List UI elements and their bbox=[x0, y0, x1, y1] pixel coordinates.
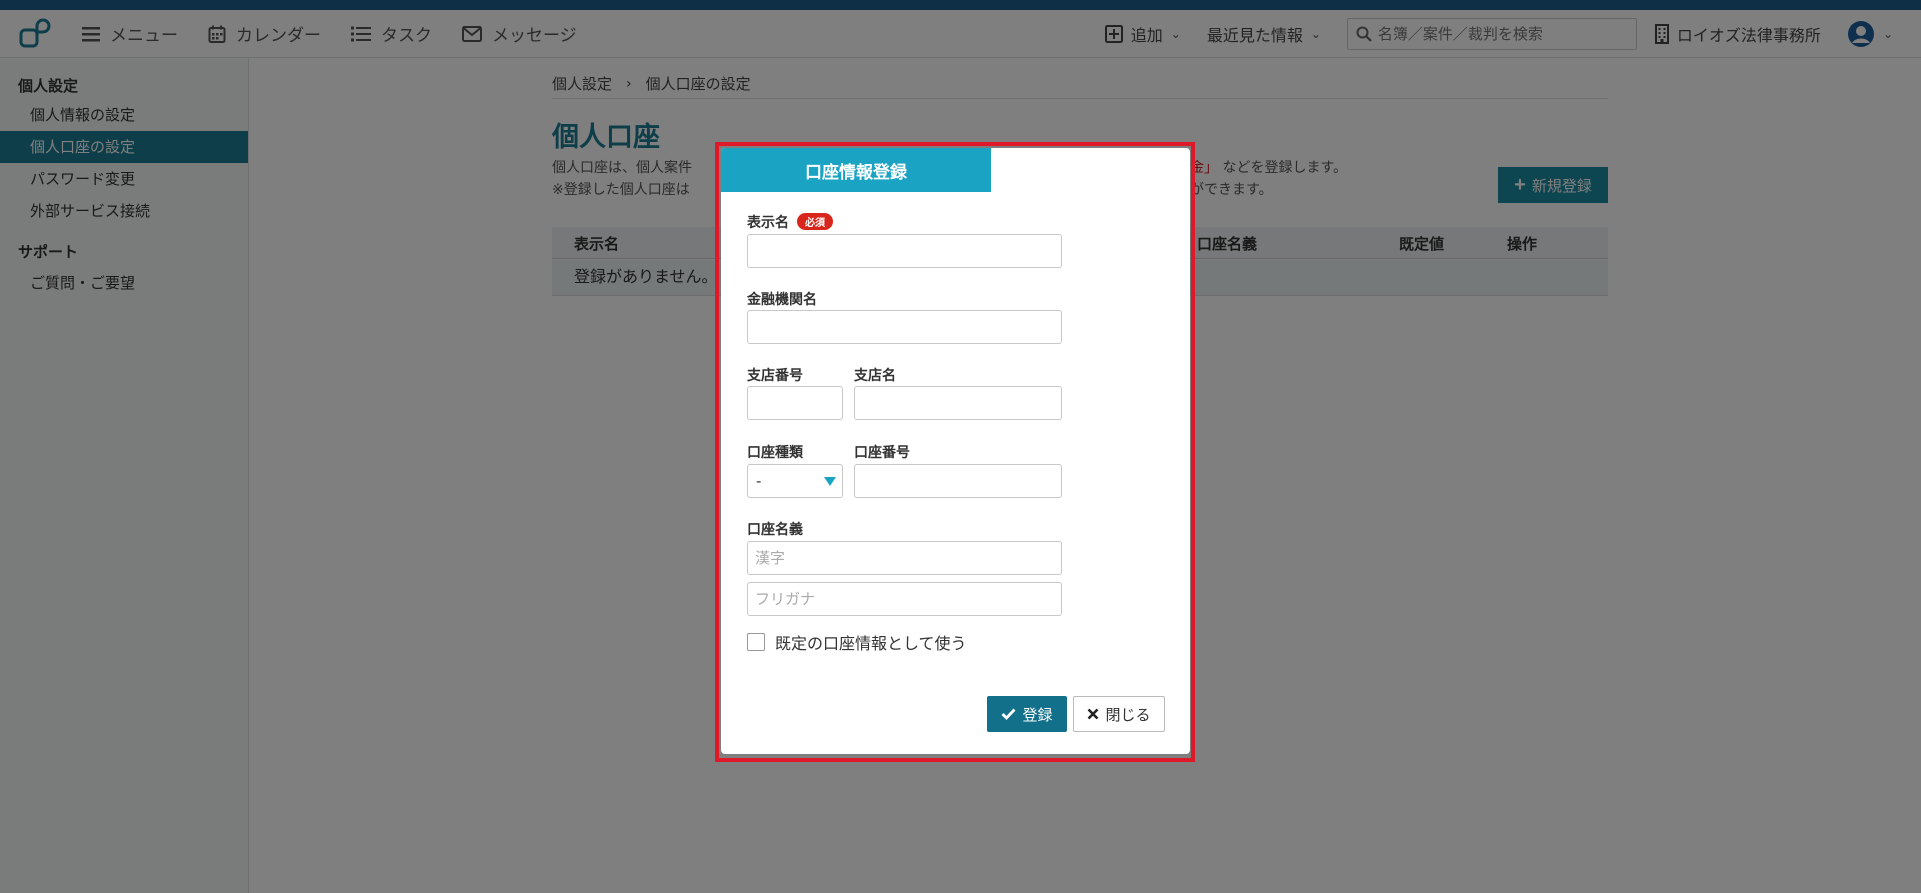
branch-name-input[interactable] bbox=[854, 386, 1062, 420]
display-name-label-text: 表示名 bbox=[747, 215, 789, 231]
branch-number-label: 支店番号 bbox=[747, 368, 803, 384]
required-badge: 必須 bbox=[797, 213, 833, 230]
holder-kana-input[interactable] bbox=[747, 582, 1062, 616]
account-register-modal: 口座情報登録 表示名 必須 金融機関名 支店番号 支店名 口座種類 - 口座番号 … bbox=[721, 148, 1190, 754]
checkbox-box[interactable] bbox=[747, 633, 765, 651]
account-type-value: - bbox=[756, 472, 762, 490]
submit-label: 登録 bbox=[1022, 706, 1053, 724]
modal-title: 口座情報登録 bbox=[721, 148, 991, 192]
caret-down-icon bbox=[824, 477, 836, 486]
display-name-input[interactable] bbox=[747, 234, 1062, 268]
account-type-label: 口座種類 bbox=[747, 445, 803, 461]
default-account-checkbox[interactable]: 既定の口座情報として使う bbox=[747, 630, 967, 654]
account-holder-label: 口座名義 bbox=[747, 522, 803, 538]
bank-name-input[interactable] bbox=[747, 310, 1062, 344]
default-account-label: 既定の口座情報として使う bbox=[775, 634, 967, 653]
close-icon bbox=[1087, 708, 1099, 720]
display-name-label: 表示名 必須 bbox=[747, 212, 833, 232]
holder-kanji-input[interactable] bbox=[747, 541, 1062, 575]
account-number-label: 口座番号 bbox=[854, 445, 910, 461]
branch-name-label: 支店名 bbox=[854, 368, 896, 384]
check-icon bbox=[1001, 708, 1017, 720]
branch-number-input[interactable] bbox=[747, 386, 843, 420]
close-label: 閉じる bbox=[1105, 706, 1151, 724]
account-number-input[interactable] bbox=[854, 464, 1062, 498]
account-type-select[interactable]: - bbox=[747, 464, 843, 498]
submit-button[interactable]: 登録 bbox=[987, 696, 1067, 732]
bank-name-label: 金融機関名 bbox=[747, 292, 817, 308]
close-button[interactable]: 閉じる bbox=[1073, 696, 1165, 732]
